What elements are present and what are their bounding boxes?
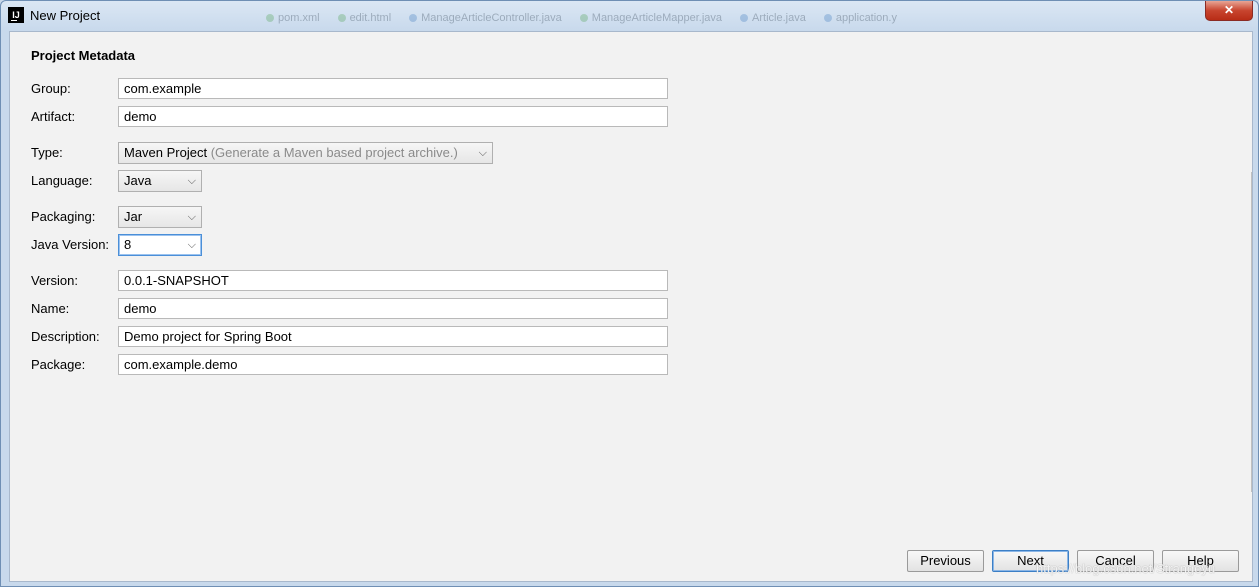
description-field[interactable]: Demo project for Spring Boot <box>118 326 668 347</box>
language-label: Language: <box>31 173 93 188</box>
type-label: Type: <box>31 145 63 160</box>
name-field[interactable]: demo <box>118 298 668 319</box>
background-tab: ManageArticleMapper.java <box>579 9 722 27</box>
description-label: Description: <box>31 329 100 344</box>
name-label: Name: <box>31 301 70 316</box>
background-tab: application.y <box>823 9 897 27</box>
background-editor-tabs: pom.xml edit.html ManageArticleControlle… <box>266 9 897 27</box>
file-icon <box>579 14 588 22</box>
chevron-down-icon: ⌵ <box>187 175 196 187</box>
file-icon <box>823 14 832 22</box>
help-button[interactable]: Help <box>1162 550 1239 572</box>
background-tab: ManageArticleController.java <box>409 9 562 27</box>
language-value: Java <box>124 173 152 188</box>
chevron-down-icon: ⌵ <box>478 147 487 159</box>
file-icon <box>337 14 346 22</box>
version-field[interactable]: 0.0.1-SNAPSHOT <box>118 270 668 291</box>
file-icon <box>266 14 274 22</box>
chevron-down-icon: ⌵ <box>187 211 196 223</box>
close-icon: ✕ <box>1223 3 1235 17</box>
title-bar[interactable]: IJ New Project pom.xml edit.html ManageA… <box>1 1 1258 31</box>
dialog-content: Project Metadata Group: com.example Arti… <box>9 31 1253 582</box>
file-icon <box>409 14 418 22</box>
artifact-field[interactable]: demo <box>118 106 668 127</box>
java-version-label: Java Version: <box>31 237 110 252</box>
file-icon <box>740 14 749 22</box>
artifact-label: Artifact: <box>31 109 76 124</box>
window-title: New Project <box>30 8 101 23</box>
cancel-button[interactable]: Cancel <box>1077 550 1154 572</box>
packaging-label: Packaging: <box>31 209 96 224</box>
group-label: Group: <box>31 81 71 96</box>
scrollbar-track[interactable] <box>1251 172 1252 492</box>
packaging-value: Jar <box>124 209 143 224</box>
package-field[interactable]: com.example.demo <box>118 354 668 375</box>
java-version-value: 8 <box>124 237 132 252</box>
packaging-dropdown[interactable]: Jar ⌵ <box>118 206 202 228</box>
close-button[interactable]: ✕ <box>1205 1 1253 21</box>
type-hint: (Generate a Maven based project archive.… <box>210 145 458 160</box>
new-project-dialog: IJ New Project pom.xml edit.html ManageA… <box>0 0 1259 587</box>
package-label: Package: <box>31 357 86 372</box>
java-version-dropdown[interactable]: 8 ⌵ <box>118 234 202 256</box>
background-tab: Article.java <box>740 9 806 27</box>
background-tab: edit.html <box>337 9 391 27</box>
type-dropdown[interactable]: Maven Project (Generate a Maven based pr… <box>118 142 493 164</box>
intellij-icon: IJ <box>8 7 24 23</box>
version-label: Version: <box>31 273 78 288</box>
type-value: Maven Project <box>124 145 208 160</box>
section-title: Project Metadata <box>31 48 136 63</box>
background-tab: pom.xml <box>266 9 320 27</box>
previous-button[interactable]: Previous <box>907 550 984 572</box>
next-button[interactable]: Next <box>992 550 1069 572</box>
language-dropdown[interactable]: Java ⌵ <box>118 170 202 192</box>
group-field[interactable]: com.example <box>118 78 668 99</box>
chevron-down-icon: ⌵ <box>187 239 196 251</box>
